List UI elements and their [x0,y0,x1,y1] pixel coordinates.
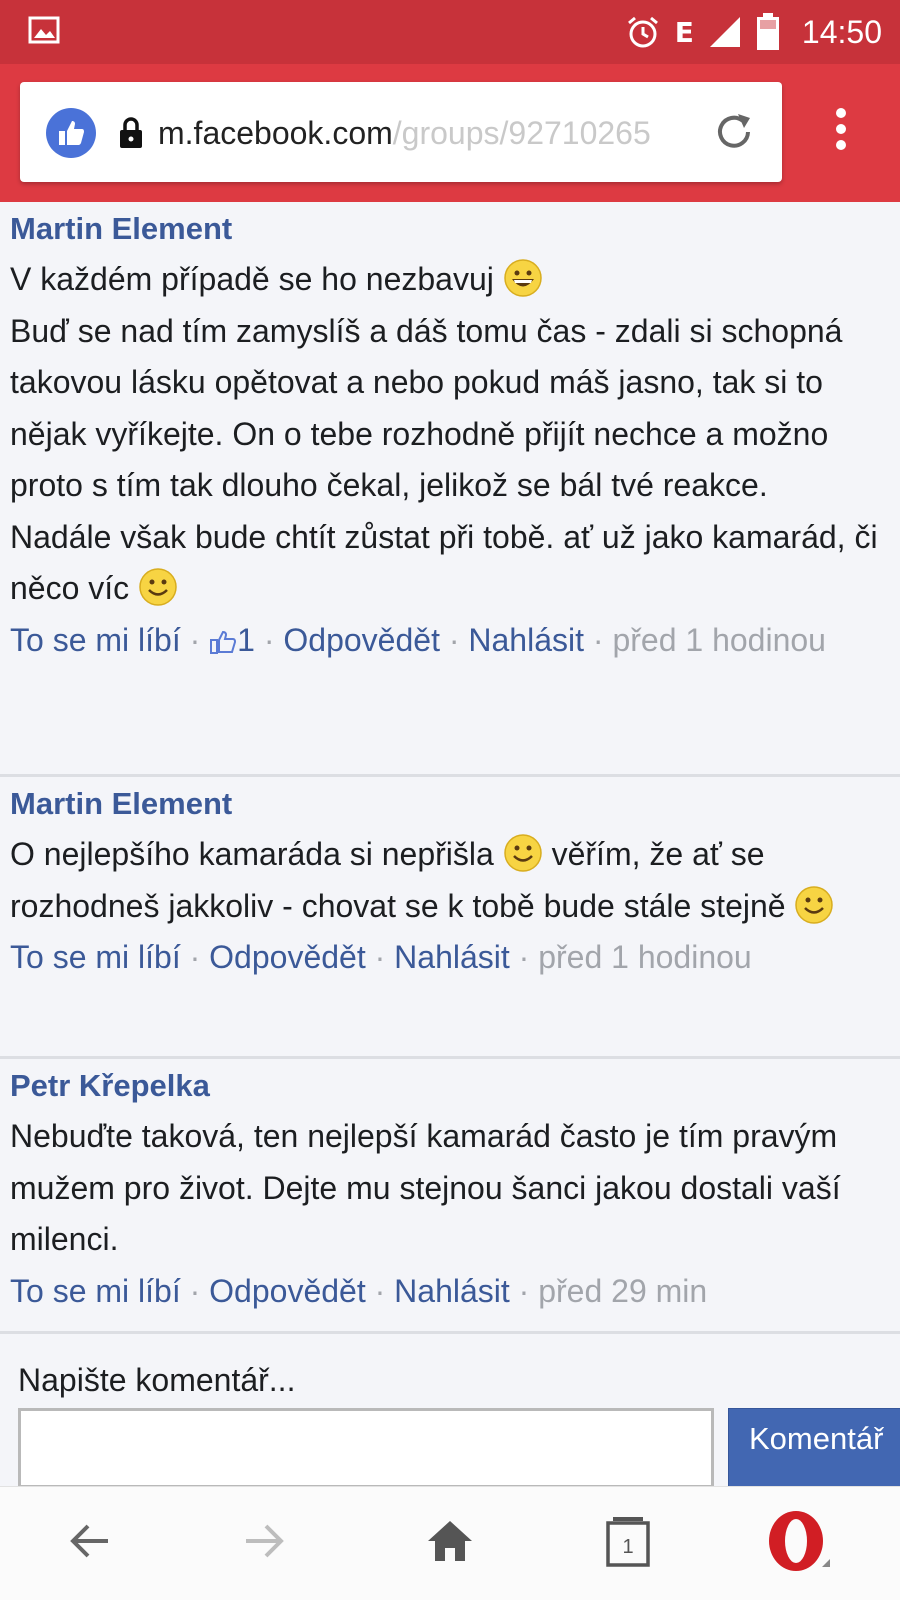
comment-text: O nejlepšího kamaráda si nepřišla [10,836,494,872]
url-domain: m.facebook.com [158,115,393,151]
address-bar[interactable]: m.facebook.com/groups/92710265 [20,82,782,182]
comment-time: před 1 hodinou [538,939,752,975]
reply-link[interactable]: Odpovědět [209,939,366,975]
like-thumb-icon [210,630,237,654]
more-menu-icon[interactable] [828,108,854,158]
report-link[interactable]: Nahlásit [394,939,510,975]
facebook-like-icon[interactable] [46,108,96,158]
compose-label: Napište komentář... [18,1362,296,1398]
smile-emoji-icon [139,568,177,606]
comment-paragraph: Buď se nad tím zamyslíš a dáš tomu čas -… [10,312,843,504]
url-text[interactable]: m.facebook.com/groups/92710265 [158,110,678,156]
comment-actions: To se mi líbí · Odpovědět · Nahlásit · p… [10,1272,708,1309]
reply-link[interactable]: Odpovědět [209,1273,366,1309]
reply-link[interactable]: Odpovědět [283,622,440,658]
lock-icon [120,117,142,148]
report-link[interactable]: Nahlásit [468,622,584,658]
comment-composer: Napište komentář... Komentář [0,1334,900,1486]
reload-icon[interactable] [712,110,756,154]
like-link[interactable]: To se mi líbí [10,1273,181,1309]
image-notification-icon [28,16,60,44]
comments-list: Martin Element V každém případě se ho ne… [0,202,900,1486]
comment: Petr Křepelka Nebuďte taková, ten nejlep… [0,1059,900,1334]
comment-time: před 1 hodinou [612,621,826,658]
comment-actions: To se mi líbí · Odpovědět · Nahlásit · p… [10,939,752,975]
comment-submit-button[interactable]: Komentář [728,1408,900,1486]
battery-icon [756,13,779,50]
back-arrow-icon[interactable] [60,1511,120,1571]
comment-author[interactable]: Martin Element [10,202,890,254]
status-bar: E 14:50 [0,0,900,64]
comment-body: Nebuďte taková, ten nejlepší kamarád čas… [10,1118,841,1257]
smile-emoji-icon [503,834,542,872]
home-icon[interactable] [420,1511,480,1571]
grinning-emoji-icon [504,259,542,297]
like-count[interactable]: 1 [237,622,255,658]
comment-input[interactable] [18,1408,714,1486]
url-path: /groups/92710265 [392,115,651,151]
comment-author[interactable]: Martin Element [10,777,890,829]
network-type-label: E [674,15,694,49]
comment-body: V každém případě se ho nezbavuj Buď se n… [10,254,890,615]
comment-actions: To se mi líbí · 1 · Odpovědět · Nahlásit… [10,621,826,658]
comment: Martin Element V každém případě se ho ne… [0,202,900,777]
comment-body: O nejlepšího kamaráda si nepřišla věřím,… [10,829,890,932]
like-link[interactable]: To se mi líbí [10,622,181,658]
like-link[interactable]: To se mi líbí [10,939,181,975]
comment-author[interactable]: Petr Křepelka [10,1059,890,1111]
alarm-icon [627,16,658,48]
comment-paragraph: V každém případě se ho nezbavuj [10,261,494,297]
report-link[interactable]: Nahlásit [394,1273,510,1309]
signal-icon [709,17,740,47]
forward-arrow-icon[interactable] [234,1511,294,1571]
smile-emoji-icon [795,885,834,924]
browser-bottom-nav: 1 [0,1486,900,1600]
comment-time: před 29 min [538,1272,708,1309]
opera-logo-icon[interactable] [764,1507,834,1577]
browser-toolbar: m.facebook.com/groups/92710265 [0,64,900,202]
tabs-icon[interactable]: 1 [598,1511,658,1571]
clock: 14:50 [801,13,882,50]
comment: Martin Element O nejlepšího kamaráda si … [0,777,900,1059]
tabs-count: 1 [622,1535,634,1558]
